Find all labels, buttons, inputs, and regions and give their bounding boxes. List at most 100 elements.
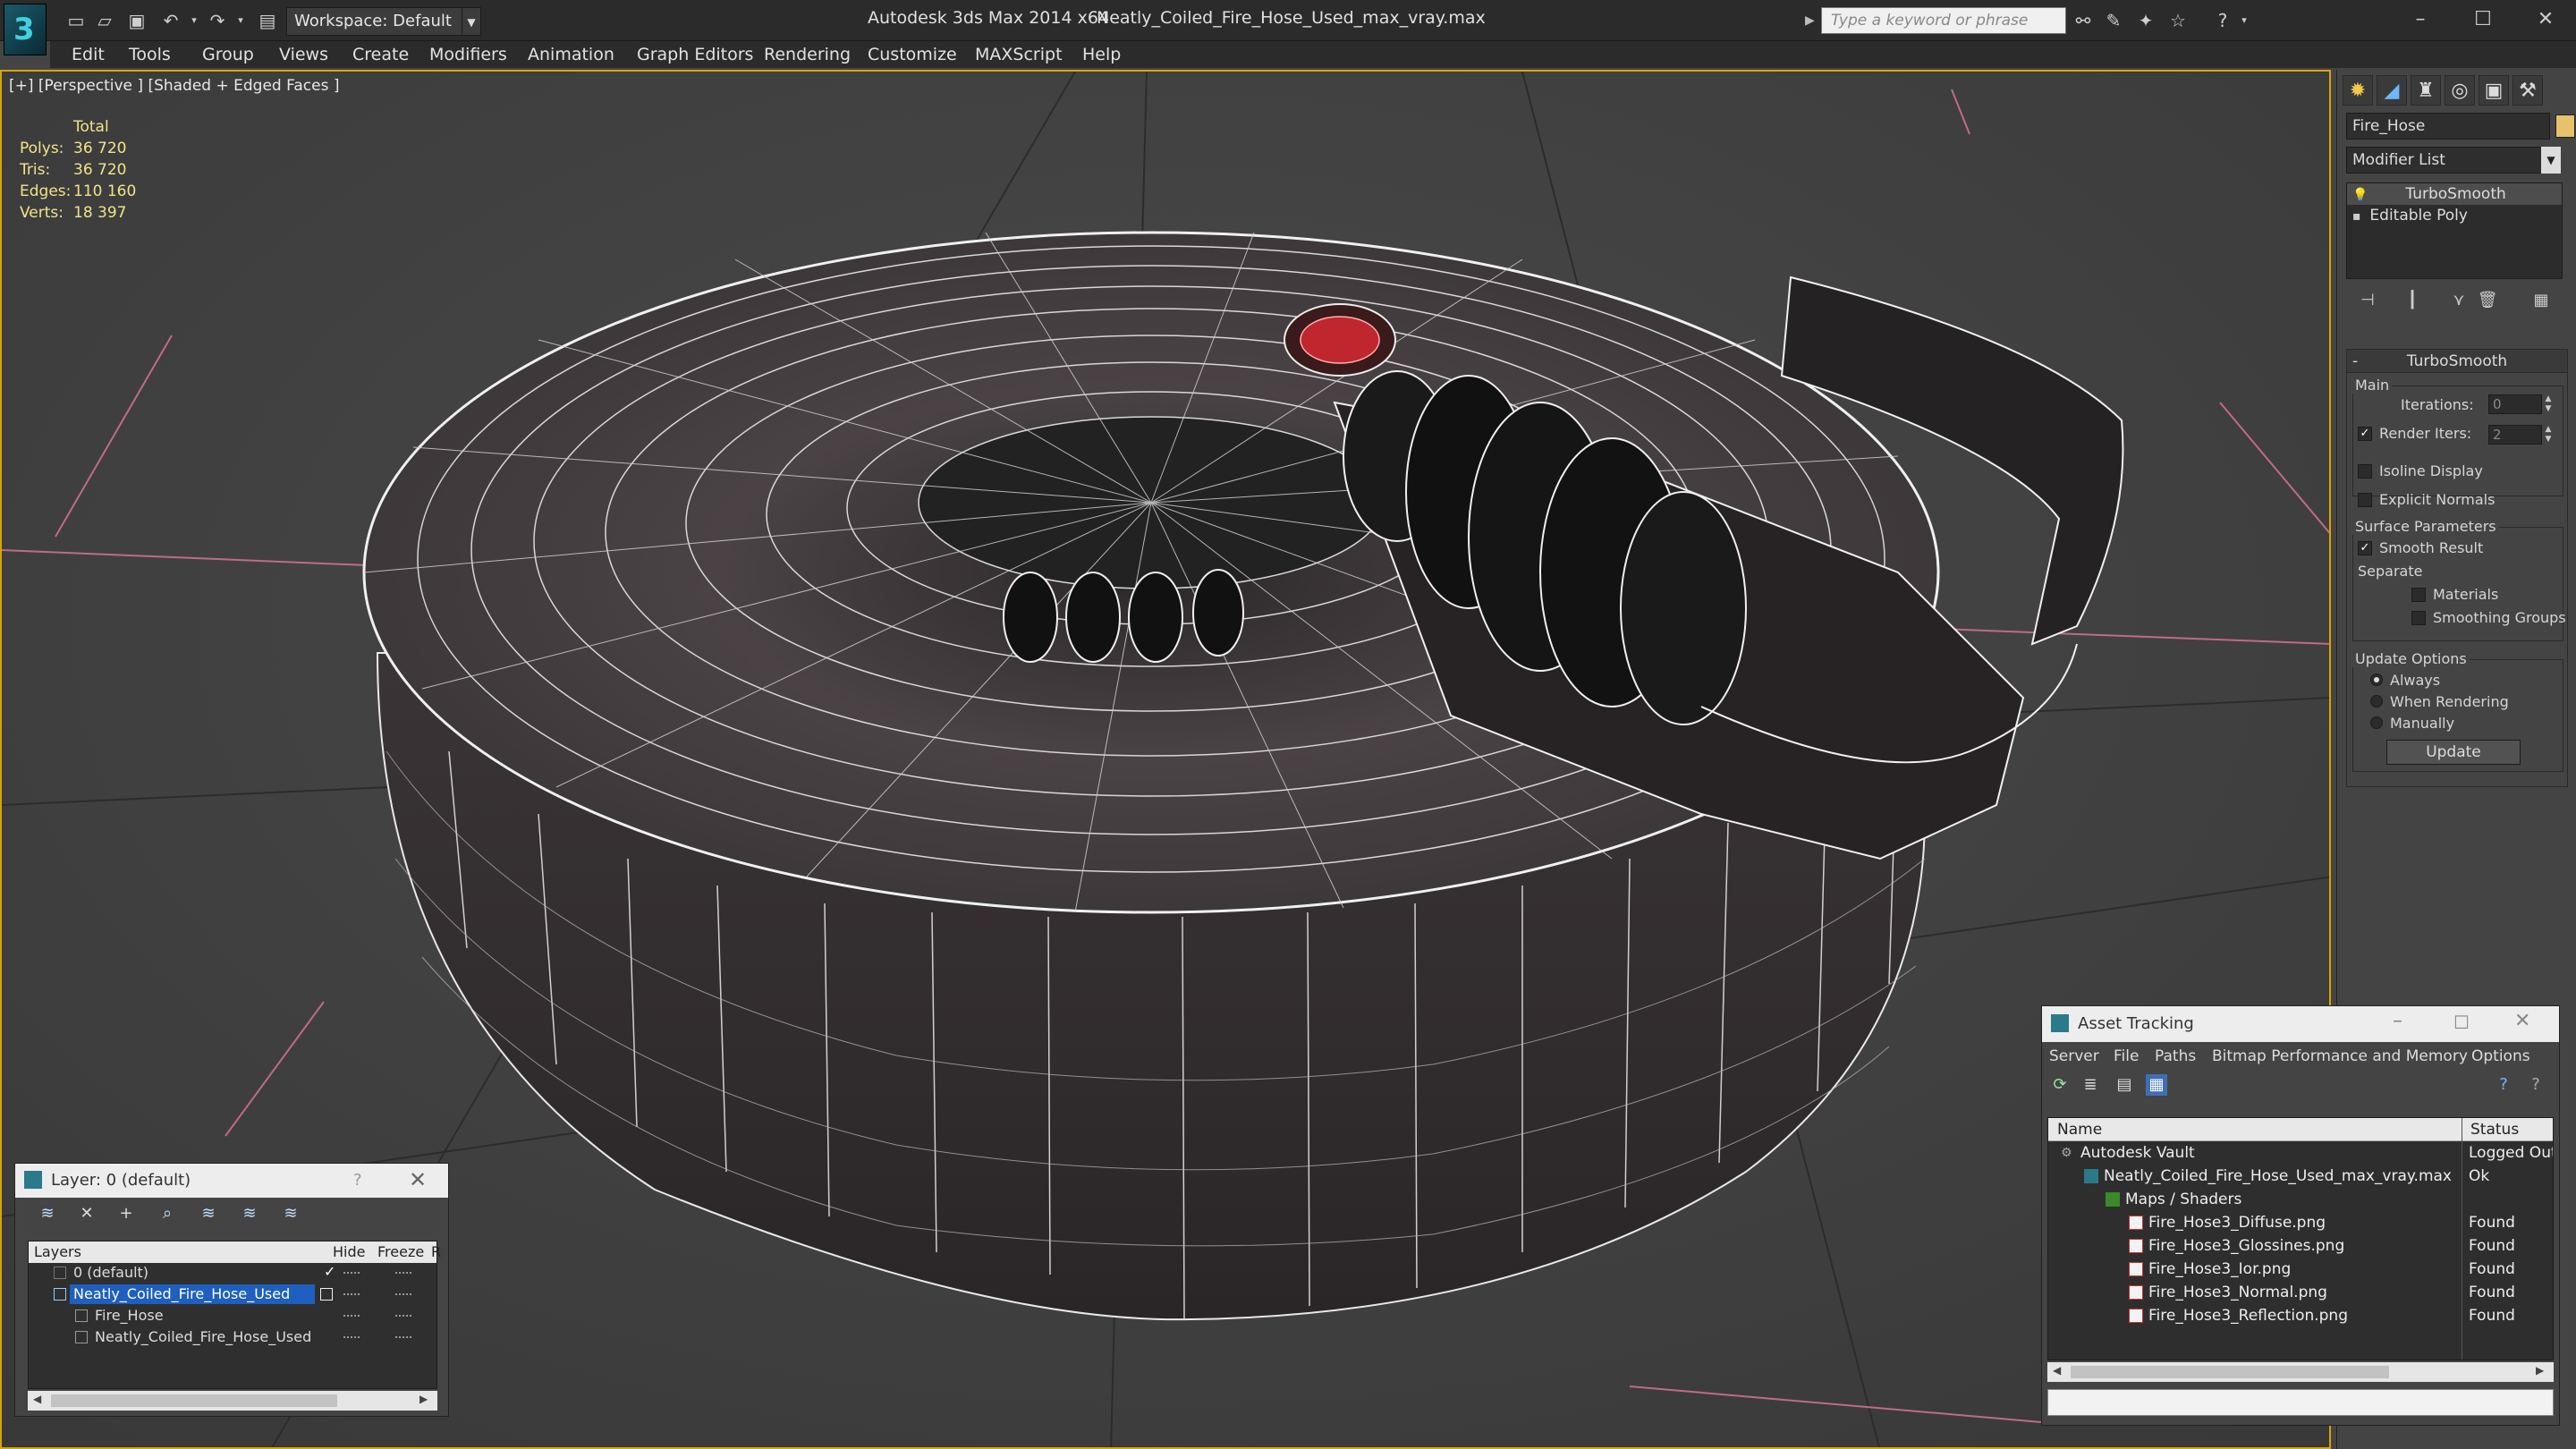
horizontal-scrollbar[interactable]: ◀ ▶ xyxy=(2047,1362,2554,1382)
layer-dialog-titlebar[interactable]: Layer: 0 (default) ? ✕ xyxy=(15,1164,448,1198)
asset-dialog-titlebar[interactable]: Asset Tracking – ☐ ✕ xyxy=(2042,1006,2559,1042)
spinner-arrows-icon[interactable]: ▲ ▼ xyxy=(2542,425,2555,445)
close-icon[interactable]: ✕ xyxy=(2519,4,2572,36)
stack-item-turbosmooth[interactable]: 💡 TurboSmooth xyxy=(2347,183,2562,205)
minimize-icon[interactable]: – xyxy=(2394,4,2447,36)
hide-toggle[interactable] xyxy=(343,1336,360,1338)
project-folder-icon[interactable]: ▤ xyxy=(258,11,277,30)
minimize-icon[interactable]: – xyxy=(2393,1010,2402,1032)
render-iters-spinner[interactable]: 2 xyxy=(2488,425,2542,445)
help-icon[interactable]: ? xyxy=(2213,11,2233,30)
menu-paths[interactable]: Paths xyxy=(2155,1047,2196,1065)
create-tab-icon[interactable]: ✹ xyxy=(2343,75,2373,106)
asset-row[interactable]: Neatly_Coiled_Fire_Hose_Used_max_vray.ma… xyxy=(2048,1165,2553,1188)
select-objects-icon[interactable]: ⌕ xyxy=(157,1203,178,1224)
smoothing-groups-checkbox[interactable] xyxy=(2411,611,2426,625)
asset-row[interactable]: Fire_Hose3_Glossines.png Found xyxy=(2048,1234,2553,1258)
object-color-swatch[interactable] xyxy=(2555,114,2575,138)
chevron-down-icon[interactable]: ▼ xyxy=(462,7,481,36)
current-layer-box[interactable] xyxy=(320,1288,333,1301)
when-rendering-radio[interactable] xyxy=(2370,695,2383,708)
table-view-icon[interactable]: ▦ xyxy=(2146,1074,2167,1096)
freeze-toggle[interactable] xyxy=(395,1272,411,1274)
asset-row[interactable]: ⚙ Autodesk Vault Logged Out xyxy=(2048,1141,2553,1165)
display-tab-icon[interactable]: ▣ xyxy=(2479,75,2509,106)
undo-dropdown-icon[interactable]: ▾ xyxy=(184,11,204,30)
modifier-list-dropdown[interactable]: Modifier List xyxy=(2346,147,2561,174)
col-layers[interactable]: Layers xyxy=(34,1243,81,1260)
layer-row[interactable]: Neatly_Coiled_Fire_Hose_Used xyxy=(29,1327,436,1349)
set-current-layer-icon[interactable]: ≋ xyxy=(239,1203,260,1224)
menu-bitmap-performance[interactable]: Bitmap Performance and Memory xyxy=(2212,1047,2468,1065)
asset-row[interactable]: Fire_Hose3_Reflection.png Found xyxy=(2048,1304,2553,1327)
menu-animation[interactable]: Animation xyxy=(528,45,614,64)
redo-icon[interactable]: ↷ xyxy=(208,11,227,30)
object-name-field[interactable]: Fire_Hose xyxy=(2346,113,2550,140)
asset-row[interactable]: Fire_Hose3_Normal.png Found xyxy=(2048,1281,2553,1304)
chevron-down-icon[interactable]: ▼ xyxy=(2541,147,2561,174)
add-to-layer-icon[interactable]: + xyxy=(115,1203,137,1224)
rollout-header[interactable]: - TurboSmooth xyxy=(2347,350,2567,373)
configure-sets-icon[interactable]: ▦ xyxy=(2529,288,2554,313)
hierarchy-tab-icon[interactable]: ♜ xyxy=(2411,75,2441,106)
collapse-icon[interactable]: - xyxy=(2352,350,2358,373)
update-button[interactable]: Update xyxy=(2386,740,2521,765)
viewport-label[interactable]: [+] [Perspective ] [Shaded + Edged Faces… xyxy=(9,77,339,95)
save-icon[interactable]: ▣ xyxy=(127,11,147,30)
materials-checkbox[interactable] xyxy=(2411,588,2426,602)
undo-icon[interactable]: ↶ xyxy=(161,11,181,30)
spinner-arrows-icon[interactable]: ▲ ▼ xyxy=(2542,394,2555,414)
scrollbar-thumb[interactable] xyxy=(2071,1366,2389,1378)
workspace-dropdown[interactable]: Workspace: Default xyxy=(286,7,481,36)
help-dropdown-icon[interactable]: ▾ xyxy=(2234,11,2254,30)
maximize-icon[interactable]: ☐ xyxy=(2456,4,2510,36)
layer-row[interactable]: Neatly_Coiled_Fire_Hose_Used xyxy=(29,1284,436,1306)
menu-tools[interactable]: Tools xyxy=(129,45,171,64)
hide-toggle[interactable] xyxy=(343,1272,360,1274)
col-freeze[interactable]: Freeze xyxy=(377,1243,424,1260)
help-icon[interactable]: ? xyxy=(353,1171,362,1190)
expand-icon[interactable]: ▪ xyxy=(2352,209,2365,224)
utilities-tab-icon[interactable]: ⚒ xyxy=(2512,75,2543,106)
menu-customize[interactable]: Customize xyxy=(868,45,957,64)
stack-item-editable-poly[interactable]: ▪ Editable Poly xyxy=(2347,205,2562,226)
remove-modifier-icon[interactable]: 🗑 xyxy=(2475,288,2500,313)
scroll-left-icon[interactable]: ◀ xyxy=(33,1393,41,1405)
iterations-spinner[interactable]: 0 xyxy=(2488,394,2542,414)
layer-row[interactable]: 0 (default) ✓ xyxy=(29,1263,436,1284)
select-layer-icon[interactable]: ≋ xyxy=(198,1203,219,1224)
freeze-toggle[interactable] xyxy=(395,1336,411,1338)
binoculars-icon[interactable]: ⚯ xyxy=(2073,11,2093,30)
hide-toggle[interactable] xyxy=(343,1293,360,1295)
favorites-star-icon[interactable]: ☆ xyxy=(2168,11,2188,30)
freeze-toggle[interactable] xyxy=(395,1315,411,1317)
scroll-right-icon[interactable]: ▶ xyxy=(419,1393,428,1405)
thumbnail-view-icon[interactable]: ▤ xyxy=(2114,1074,2135,1096)
menu-options[interactable]: Options xyxy=(2471,1047,2530,1065)
motion-tab-icon[interactable]: ◎ xyxy=(2445,75,2475,106)
show-end-result-icon[interactable]: ┃ xyxy=(2400,288,2425,313)
redo-dropdown-icon[interactable]: ▾ xyxy=(231,11,250,30)
menu-views[interactable]: Views xyxy=(279,45,328,64)
subscription-icon[interactable]: ✎ xyxy=(2104,11,2123,30)
search-input[interactable]: Type a keyword or phrase xyxy=(1821,7,2066,34)
search-expand-icon[interactable]: ▶ xyxy=(1805,9,1819,32)
asset-row[interactable]: Fire_Hose3_Ior.png Found xyxy=(2048,1258,2553,1281)
modify-tab-icon[interactable]: ◢ xyxy=(2377,75,2407,106)
col-status[interactable]: Status xyxy=(2470,1121,2519,1139)
menu-file[interactable]: File xyxy=(2114,1047,2139,1065)
manually-radio[interactable] xyxy=(2370,716,2383,729)
scrollbar-thumb[interactable] xyxy=(51,1394,337,1407)
lightbulb-icon[interactable]: 💡 xyxy=(2352,188,2368,202)
menu-group[interactable]: Group xyxy=(202,45,254,64)
delete-layer-icon[interactable]: ✕ xyxy=(76,1203,97,1224)
checkmark-icon[interactable]: ✓ xyxy=(324,1263,335,1280)
asset-path-field[interactable] xyxy=(2047,1389,2554,1416)
layer-row[interactable]: Fire_Hose xyxy=(29,1306,436,1327)
menu-modifiers[interactable]: Modifiers xyxy=(429,45,507,64)
pin-stack-icon[interactable]: ⊣ xyxy=(2355,288,2380,313)
list-view-icon[interactable]: ≣ xyxy=(2080,1074,2101,1096)
hide-all-layers-icon[interactable]: ≋ xyxy=(280,1203,301,1224)
menu-rendering[interactable]: Rendering xyxy=(764,45,851,64)
app-logo-icon[interactable]: 3 xyxy=(4,4,47,55)
